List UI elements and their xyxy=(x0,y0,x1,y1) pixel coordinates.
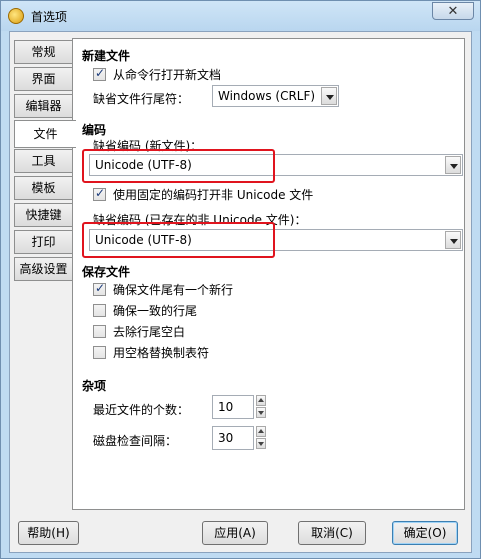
tabs-to-spaces-label: 用空格替换制表符 xyxy=(113,346,210,360)
dialog-client: 常规 界面 编辑器 文件 工具 模板 快捷键 打印 高级设置 新建文件 从命令行… xyxy=(9,31,472,553)
line-ending-select[interactable]: Windows (CRLF) xyxy=(212,85,339,107)
chevron-down-icon[interactable] xyxy=(445,156,461,174)
tab-print[interactable]: 打印 xyxy=(14,230,72,254)
tab-tools[interactable]: 工具 xyxy=(14,149,72,173)
spin-down-icon[interactable] xyxy=(256,407,266,418)
recent-files-label: 最近文件的个数： xyxy=(93,403,190,417)
close-button[interactable]: ✕ xyxy=(432,2,474,20)
tab-shortcuts[interactable]: 快捷键 xyxy=(14,203,72,227)
strip-trailing-whitespace-label: 去除行尾空白 xyxy=(113,325,186,339)
file-settings-panel: 新建文件 从命令行打开新文档 缺省文件行尾符： Windows (CRLF) 编… xyxy=(72,38,465,510)
spin-up-icon[interactable] xyxy=(256,395,266,406)
disk-check-input[interactable]: 30 xyxy=(212,426,254,450)
open-from-cmdline-label: 从命令行打开新文档 xyxy=(113,68,222,82)
misc-heading: 杂项 xyxy=(82,379,107,393)
apply-button[interactable]: 应用(A) xyxy=(202,521,268,545)
tab-advanced[interactable]: 高级设置 xyxy=(14,257,72,281)
title-bar: 首选项 ✕ xyxy=(1,1,480,31)
recent-files-input[interactable]: 10 xyxy=(212,395,254,419)
tabs-to-spaces-checkbox[interactable] xyxy=(93,346,106,359)
tab-interface[interactable]: 界面 xyxy=(14,67,72,91)
open-from-cmdline-checkbox[interactable] xyxy=(93,66,106,81)
highlight-box xyxy=(82,222,275,258)
strip-trailing-whitespace-checkbox[interactable] xyxy=(93,325,106,338)
tab-general[interactable]: 常规 xyxy=(14,40,72,64)
highlight-box xyxy=(82,149,275,183)
chevron-down-icon[interactable] xyxy=(321,87,337,105)
spin-down-icon[interactable] xyxy=(256,438,266,449)
line-ending-label: 缺省文件行尾符： xyxy=(93,92,190,106)
consistent-line-endings-label: 确保一致的行尾 xyxy=(113,304,198,318)
app-icon xyxy=(8,8,24,24)
ensure-trailing-newline-label: 确保文件尾有一个新行 xyxy=(113,283,234,297)
spin-up-icon[interactable] xyxy=(256,426,266,437)
ok-button[interactable]: 确定(O) xyxy=(392,521,458,545)
save-file-heading: 保存文件 xyxy=(82,265,131,279)
chevron-down-icon[interactable] xyxy=(445,231,461,249)
fixed-encoding-label: 使用固定的编码打开非 Unicode 文件 xyxy=(113,188,314,202)
preferences-window: 首选项 ✕ 常规 界面 编辑器 文件 工具 模板 快捷键 打印 高级设置 新建文… xyxy=(0,0,481,559)
tab-file[interactable]: 文件 xyxy=(14,120,76,148)
tab-templates[interactable]: 模板 xyxy=(14,176,72,200)
window-title: 首选项 xyxy=(31,10,68,24)
disk-check-spinner[interactable]: 30 xyxy=(212,426,266,450)
new-file-heading: 新建文件 xyxy=(82,49,131,63)
disk-check-label: 磁盘检查间隔： xyxy=(93,434,178,448)
help-button[interactable]: 帮助(H) xyxy=(18,521,79,545)
tab-editor[interactable]: 编辑器 xyxy=(14,94,72,118)
cancel-button[interactable]: 取消(C) xyxy=(298,521,366,545)
fixed-encoding-checkbox[interactable] xyxy=(93,186,106,201)
line-ending-value: Windows (CRLF) xyxy=(218,89,316,103)
encoding-heading: 编码 xyxy=(82,123,107,137)
ensure-trailing-newline-checkbox[interactable] xyxy=(93,281,106,296)
recent-files-spinner[interactable]: 10 xyxy=(212,395,266,419)
consistent-line-endings-checkbox[interactable] xyxy=(93,304,106,317)
